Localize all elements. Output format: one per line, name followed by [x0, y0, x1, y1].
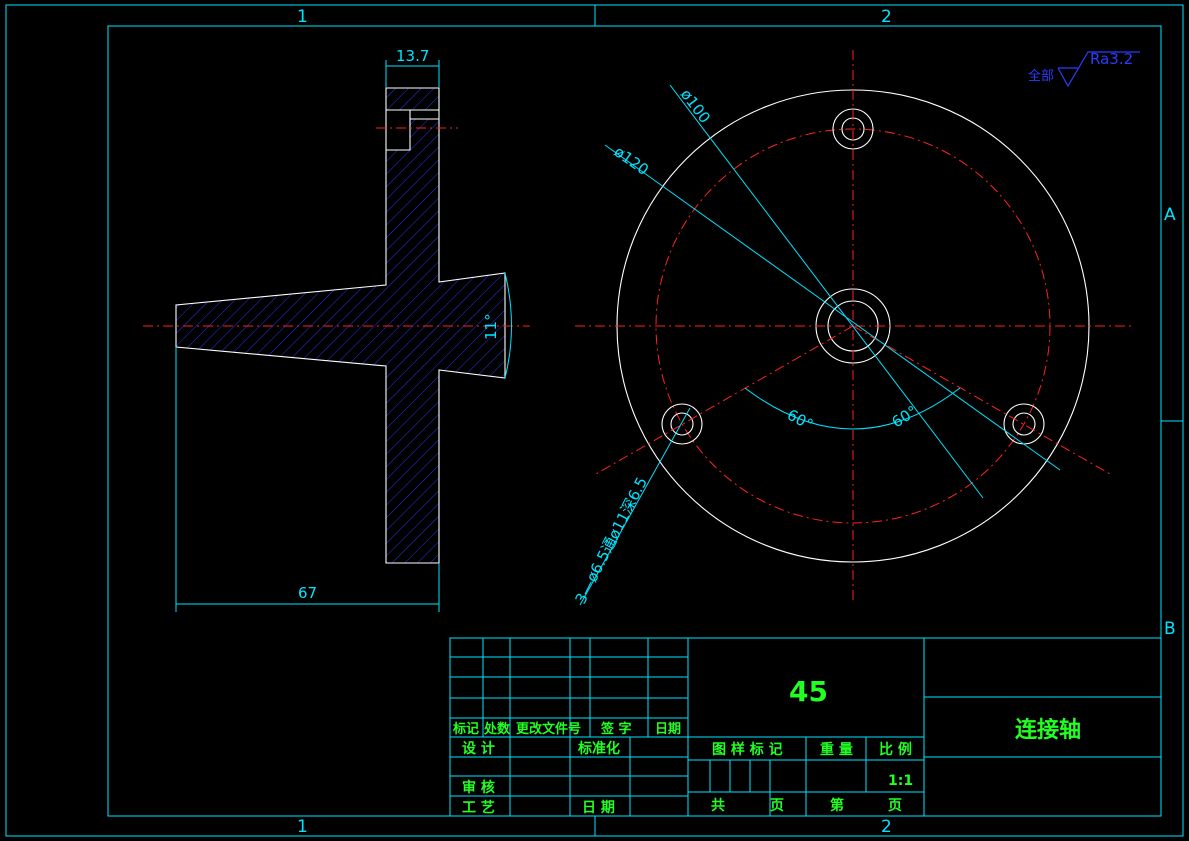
front-dimensions [579, 84, 1061, 606]
dim-angle-left: 60° [784, 406, 816, 434]
label-scale: 比 例 [879, 741, 912, 758]
front-view [575, 50, 1133, 602]
outer-frame [5, 4, 1184, 837]
holes-note: 3—ø6.5通ø11深6.5 [572, 474, 651, 607]
drawing-canvas: 1 2 1 2 A B 13.7 67 11° ø100 ø120 60° 60… [5, 4, 1184, 837]
zone-label-bottom-2: 2 [881, 817, 892, 837]
label-sheet-no: 第 [830, 797, 844, 814]
scale-value: 1:1 [888, 773, 913, 789]
label-sheet-unit: 页 [770, 798, 784, 814]
rev-header-count: 处数 [483, 721, 511, 737]
dim-overall-length: 67 [298, 584, 317, 602]
zone-label-top-1: 1 [297, 7, 308, 27]
rev-header-date: 日期 [655, 722, 681, 737]
rev-header-docno: 更改文件号 [516, 721, 581, 737]
material-value: 45 [789, 675, 828, 708]
surface-finish-prefix: 全部 [1028, 68, 1054, 84]
zone-label-b: B [1164, 619, 1176, 639]
label-total: 共 [711, 797, 725, 814]
label-weight: 重 量 [820, 741, 853, 758]
dim-angle-right: 60° [889, 402, 921, 431]
side-section-view [143, 87, 530, 564]
zone-label-a: A [1164, 205, 1176, 225]
label-review: 审 核 [462, 779, 495, 796]
label-sheet-unit-2: 页 [888, 798, 902, 814]
label-design: 设 计 [462, 740, 495, 757]
dim-flange-thickness: 13.7 [396, 47, 429, 65]
surface-finish-value: Ra3.2 [1090, 50, 1133, 68]
zone-label-bottom-1: 1 [297, 817, 308, 837]
label-stage-mark: 图 样 标 记 [712, 741, 783, 758]
rev-header-mark: 标记 [452, 721, 479, 737]
zone-label-top-2: 2 [881, 7, 892, 27]
dim-outer-diameter: ø120 [611, 143, 652, 179]
label-standardize: 标准化 [577, 740, 620, 757]
dim-bolt-circle: ø100 [677, 86, 714, 127]
rev-header-sign: 签 字 [600, 721, 632, 737]
part-name: 连接轴 [1015, 717, 1081, 743]
label-date: 日 期 [582, 800, 615, 816]
dim-taper-angle: 11° [482, 313, 500, 340]
label-process: 工 艺 [462, 799, 495, 816]
